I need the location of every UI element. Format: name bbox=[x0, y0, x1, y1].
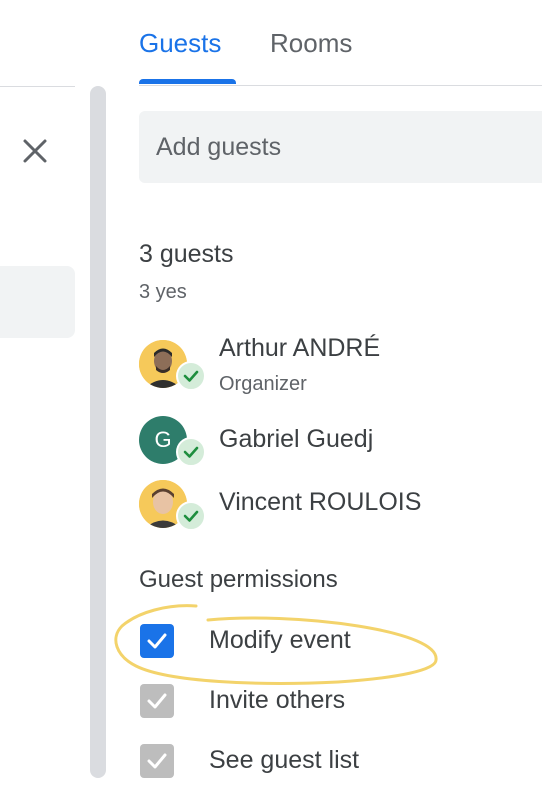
guest-role: Organizer bbox=[219, 373, 307, 395]
accepted-check-icon bbox=[176, 437, 206, 467]
highlight-annotation bbox=[114, 604, 438, 685]
close-icon bbox=[23, 139, 47, 163]
add-guests-input[interactable] bbox=[139, 111, 542, 183]
scrollbar[interactable] bbox=[90, 86, 106, 778]
check-icon bbox=[147, 753, 167, 769]
accepted-check-icon bbox=[176, 501, 206, 531]
check-icon bbox=[183, 370, 199, 382]
check-icon bbox=[183, 446, 199, 458]
check-icon bbox=[183, 510, 199, 522]
response-summary: 3 yes bbox=[139, 281, 187, 303]
accepted-check-icon bbox=[176, 361, 206, 391]
guest-name[interactable]: Arthur ANDRÉ bbox=[219, 334, 380, 363]
see-guest-list-checkbox[interactable] bbox=[140, 744, 174, 778]
see-guest-list-label[interactable]: See guest list bbox=[209, 746, 359, 775]
guest-permissions-heading: Guest permissions bbox=[139, 566, 338, 593]
left-panel-divider bbox=[0, 86, 75, 87]
tab-rooms[interactable]: Rooms bbox=[270, 28, 352, 59]
tab-guests[interactable]: Guests bbox=[139, 28, 221, 59]
guest-name[interactable]: Vincent ROULOIS bbox=[219, 488, 421, 517]
guest-count: 3 guests bbox=[139, 240, 234, 268]
close-button[interactable] bbox=[18, 134, 52, 168]
left-panel-field[interactable] bbox=[0, 266, 75, 338]
tabs-divider bbox=[139, 85, 542, 86]
guest-name[interactable]: Gabriel Guedj bbox=[219, 425, 373, 454]
active-tab-indicator bbox=[139, 79, 236, 84]
